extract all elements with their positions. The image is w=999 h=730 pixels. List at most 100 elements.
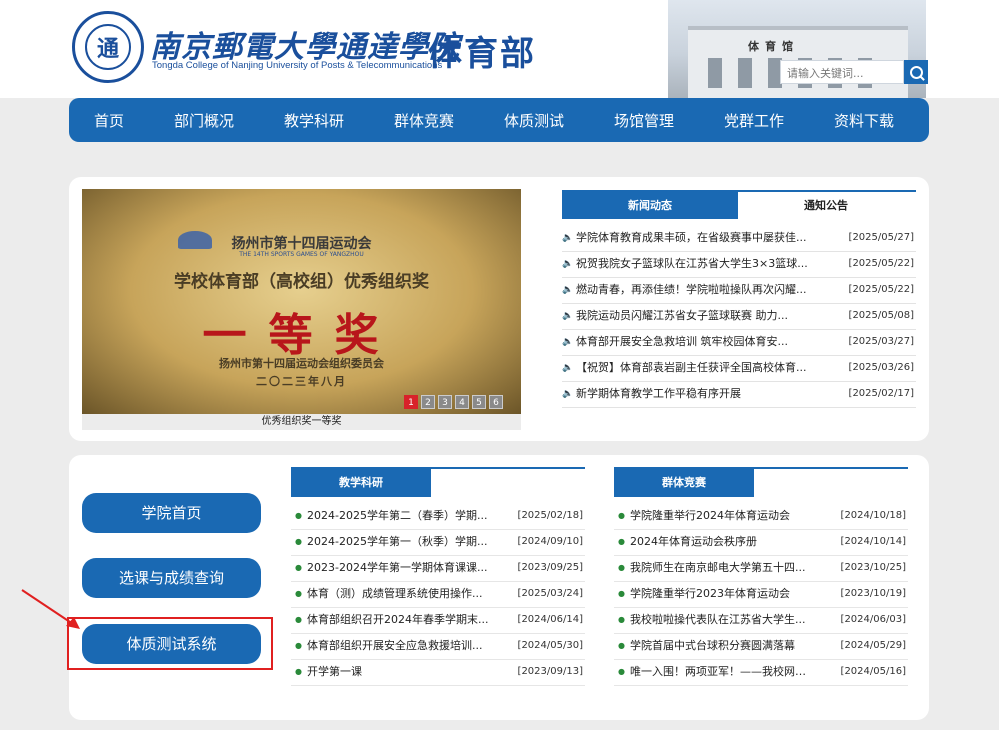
annotation-arrow-icon xyxy=(21,589,80,629)
news-item[interactable]: 🔈 新学期体育教学工作平稳有序开展 [2025/02/17] xyxy=(562,381,916,408)
image-slider[interactable]: 扬州市第十四届运动会 THE 14TH SPORTS GAMES OF YANG… xyxy=(82,189,521,414)
slider-page-1[interactable]: 1 xyxy=(404,395,418,409)
slider-caption[interactable]: 优秀组织奖一等奖 xyxy=(82,414,521,430)
college-logo[interactable]: 通 xyxy=(72,11,144,83)
list-item[interactable]: ● 我院师生在南京邮电大学第五十四... [2023/10/25] xyxy=(614,555,908,582)
speaker-icon: 🔈 xyxy=(562,337,574,347)
list-item[interactable]: ● 唯一入围！两项亚军！——我校网球... [2024/05/16] xyxy=(614,659,908,686)
slider-page-6[interactable]: 6 xyxy=(489,395,503,409)
nav-item-fitness-test[interactable]: 体质测试 xyxy=(479,110,589,131)
list-item[interactable]: ● 2024-2025学年第一（秋季）学期... [2024/09/10] xyxy=(291,529,585,556)
list-item-date: [2024/10/18] xyxy=(840,510,906,521)
news-item-title: 学院体育教育成果丰硕，在省级赛事中屡获佳... xyxy=(576,231,807,244)
speaker-icon: 🔈 xyxy=(562,285,574,295)
speaker-icon: 🔈 xyxy=(562,389,574,399)
quick-link-college-home[interactable]: 学院首页 xyxy=(82,493,261,533)
news-item[interactable]: 🔈 学院体育教育成果丰硕，在省级赛事中屡获佳... [2025/05/27] xyxy=(562,225,916,252)
nav-item-venue[interactable]: 场馆管理 xyxy=(589,110,699,131)
slider-page-4[interactable]: 4 xyxy=(455,395,469,409)
bullet-icon: ● xyxy=(295,641,302,650)
list-item-date: [2025/02/18] xyxy=(517,510,583,521)
nav-item-overview[interactable]: 部门概况 xyxy=(149,110,259,131)
slider-page-5[interactable]: 5 xyxy=(472,395,486,409)
slider-page-2[interactable]: 2 xyxy=(421,395,435,409)
list-item-title: 我院师生在南京邮电大学第五十四... xyxy=(630,561,806,574)
list-item[interactable]: ● 我校啦啦操代表队在江苏省大学生... [2024/06/03] xyxy=(614,607,908,634)
list-item[interactable]: ● 2023-2024学年第一学期体育课课... [2023/09/25] xyxy=(291,555,585,582)
bullet-icon: ● xyxy=(295,667,302,676)
list-item-title: 学院隆重举行2024年体育运动会 xyxy=(630,509,790,522)
nav-item-competition[interactable]: 群体竞赛 xyxy=(369,110,479,131)
news-item[interactable]: 🔈 我院运动员闪耀江苏省女子篮球联赛 助力... [2025/05/08] xyxy=(562,303,916,330)
site-header: 通 南京郵電大學通達學院 Tongda College of Nanjing U… xyxy=(0,0,999,98)
department-title: 体育部 xyxy=(428,34,536,74)
list-item[interactable]: ● 学院隆重举行2024年体育运动会 [2024/10/18] xyxy=(614,503,908,530)
search-button[interactable] xyxy=(904,60,928,84)
list-item[interactable]: ● 2024-2025学年第二（春季）学期... [2025/02/18] xyxy=(291,503,585,530)
slider-page-3[interactable]: 3 xyxy=(438,395,452,409)
main-nav: 首页 部门概况 教学科研 群体竞赛 体质测试 场馆管理 党群工作 资料下载 xyxy=(69,98,929,142)
speaker-icon: 🔈 xyxy=(562,233,574,243)
news-item-title: 燃动青春，再添佳绩！学院啦啦操队再次闪耀... xyxy=(576,283,807,296)
competition-header: 群体竞赛 xyxy=(614,467,908,497)
list-item-title: 2024-2025学年第二（春季）学期... xyxy=(307,509,488,522)
nav-item-teaching[interactable]: 教学科研 xyxy=(259,110,369,131)
news-item[interactable]: 🔈 祝贺我院女子篮球队在江苏省大学生3×3篮球... [2025/05/22] xyxy=(562,251,916,278)
logo-emblem: 通 xyxy=(85,24,131,70)
news-item-date: [2025/05/22] xyxy=(848,258,914,269)
list-item-date: [2024/06/03] xyxy=(840,614,906,625)
bullet-icon: ● xyxy=(618,667,625,676)
plaque-grade: 一等奖 xyxy=(202,310,401,361)
list-item[interactable]: ● 开学第一课 [2023/09/13] xyxy=(291,659,585,686)
news-item[interactable]: 🔈 燃动青春，再添佳绩！学院啦啦操队再次闪耀... [2025/05/22] xyxy=(562,277,916,304)
news-item-title: 祝贺我院女子篮球队在江苏省大学生3×3篮球... xyxy=(576,257,808,270)
list-item-date: [2023/09/13] xyxy=(517,666,583,677)
list-item[interactable]: ● 体育（测）成绩管理系统使用操作... [2025/03/24] xyxy=(291,581,585,608)
list-item[interactable]: ● 体育部组织召开2024年春季学期末... [2024/06/14] xyxy=(291,607,585,634)
news-item-date: [2025/03/26] xyxy=(848,362,914,373)
nav-item-party[interactable]: 党群工作 xyxy=(699,110,809,131)
quick-link-course-grades[interactable]: 选课与成绩查询 xyxy=(82,558,261,598)
nav-item-downloads[interactable]: 资料下载 xyxy=(809,110,919,131)
list-item-date: [2025/03/24] xyxy=(517,588,583,599)
list-item-date: [2024/06/14] xyxy=(517,614,583,625)
bullet-icon: ● xyxy=(295,589,302,598)
list-item-date: [2024/05/29] xyxy=(840,640,906,651)
list-item-date: [2024/05/30] xyxy=(517,640,583,651)
list-item-title: 开学第一课 xyxy=(307,665,362,678)
news-item-date: [2025/02/17] xyxy=(848,388,914,399)
news-item-date: [2025/03/27] xyxy=(848,336,914,347)
list-item[interactable]: ● 2024年体育运动会秩序册 [2024/10/14] xyxy=(614,529,908,556)
news-item-date: [2025/05/08] xyxy=(848,310,914,321)
list-item-date: [2023/10/25] xyxy=(840,562,906,573)
school-english-name: Tongda College of Nanjing University of … xyxy=(152,60,443,71)
plaque-title: 扬州市第十四届运动会 xyxy=(231,236,372,252)
list-item[interactable]: ● 学院隆重举行2023年体育运动会 [2023/10/19] xyxy=(614,581,908,608)
news-item[interactable]: 🔈 体育部开展安全急救培训 筑牢校园体育安... [2025/03/27] xyxy=(562,329,916,356)
news-item[interactable]: 🔈 【祝贺】体育部袁岩副主任获评全国高校体育... [2025/03/26] xyxy=(562,355,916,382)
news-item-date: [2025/05/27] xyxy=(848,232,914,243)
teaching-header-label[interactable]: 教学科研 xyxy=(291,469,431,497)
bullet-icon: ● xyxy=(295,511,302,520)
news-tabs: 新闻动态 通知公告 xyxy=(562,190,916,219)
list-item-title: 体育部组织召开2024年春季学期末... xyxy=(307,613,489,626)
teaching-header: 教学科研 xyxy=(291,467,585,497)
tab-notices[interactable]: 通知公告 xyxy=(738,192,914,219)
list-item-title: 2023-2024学年第一学期体育课课... xyxy=(307,561,488,574)
nav-item-home[interactable]: 首页 xyxy=(69,110,149,131)
list-item[interactable]: ● 体育部组织开展安全应急救援培训... [2024/05/30] xyxy=(291,633,585,660)
news-item-title: 新学期体育教学工作平稳有序开展 xyxy=(576,387,741,400)
bullet-icon: ● xyxy=(295,537,302,546)
competition-header-label[interactable]: 群体竞赛 xyxy=(614,469,754,497)
bullet-icon: ● xyxy=(618,641,625,650)
list-item[interactable]: ● 学院首届中式台球积分赛圆满落幕 [2024/05/29] xyxy=(614,633,908,660)
list-item-date: [2023/10/19] xyxy=(840,588,906,599)
bullet-icon: ● xyxy=(295,615,302,624)
search-input[interactable]: 请输入关键词... xyxy=(780,60,904,84)
plaque-english-title: THE 14TH SPORTS GAMES OF YANGZHOU xyxy=(239,251,364,258)
tab-news[interactable]: 新闻动态 xyxy=(562,192,738,219)
slider-pagination: 1 2 3 4 5 6 xyxy=(404,395,503,409)
plaque-date: 二〇二三年八月 xyxy=(256,375,347,388)
list-item-title: 学院首届中式台球积分赛圆满落幕 xyxy=(630,639,795,652)
annotation-highlight-box xyxy=(67,617,273,670)
